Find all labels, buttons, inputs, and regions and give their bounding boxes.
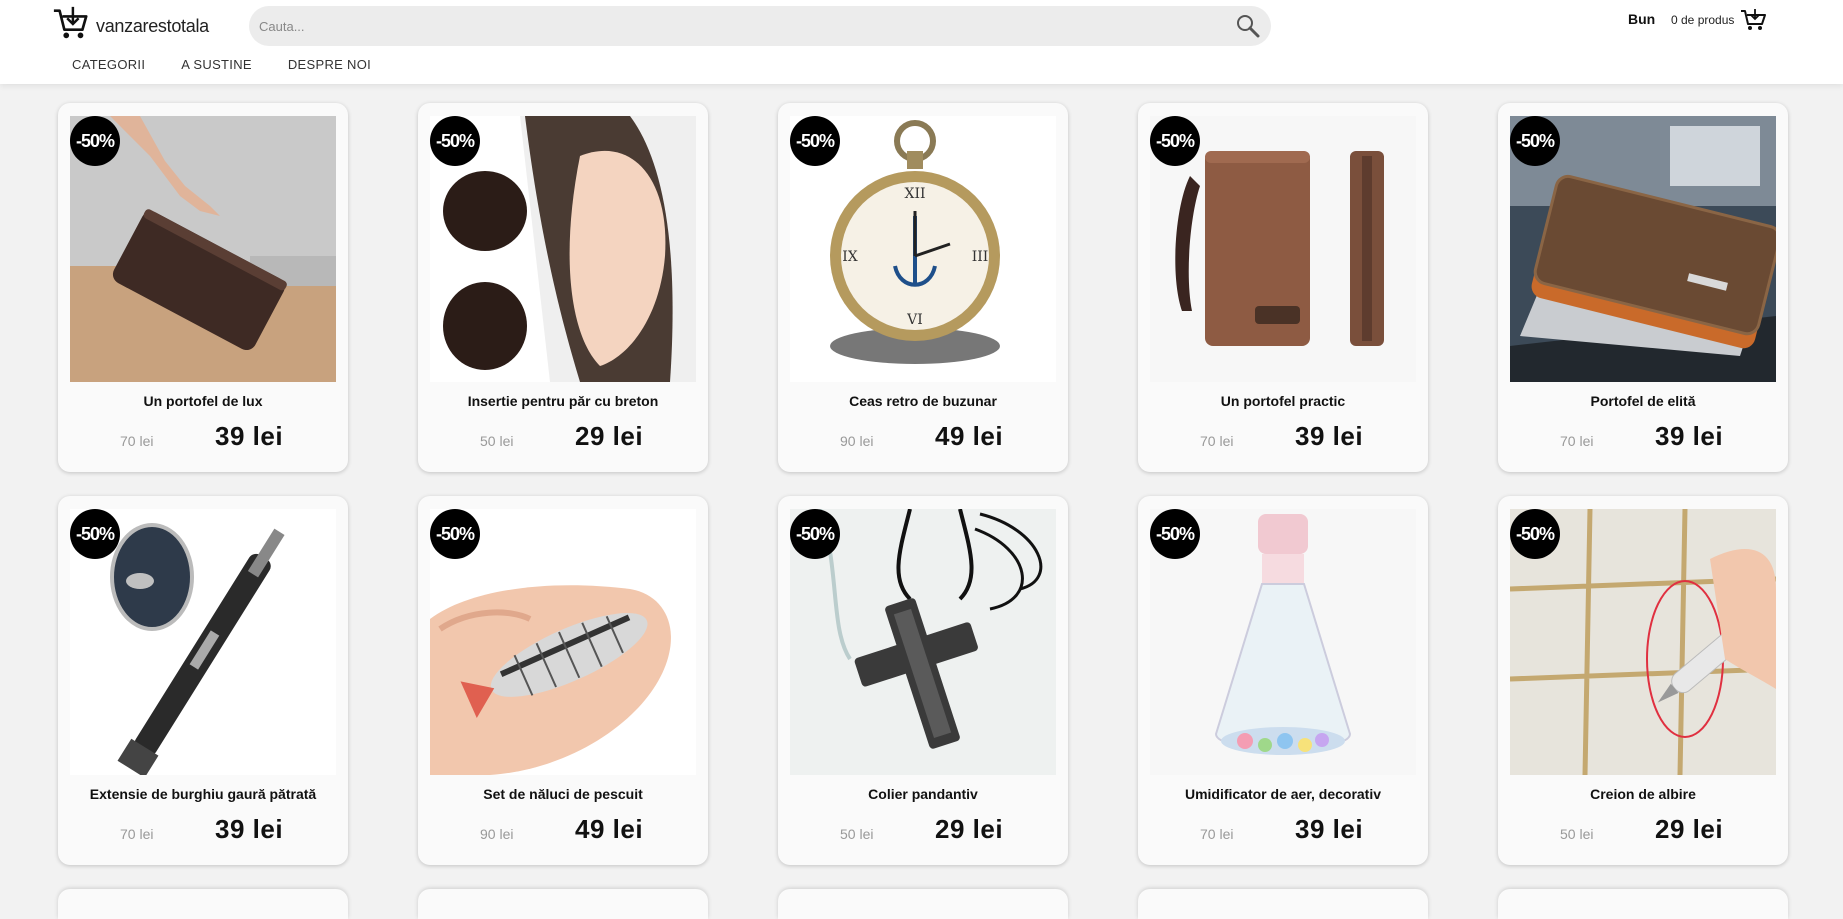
discount-badge: -50% <box>70 116 120 166</box>
price-row: 70 lei 39 lei <box>1498 421 1788 455</box>
new-price: 39 lei <box>215 421 284 451</box>
product-card[interactable]: XII VI IX III -50% Ceas retro de buzunar 9… <box>778 103 1068 472</box>
svg-text:XII: XII <box>904 186 925 202</box>
cart-icon <box>1741 9 1767 30</box>
price-row: 50 lei 29 lei <box>1498 814 1788 848</box>
svg-text:VI: VI <box>906 312 923 328</box>
new-price: 49 lei <box>935 421 1004 451</box>
old-price: 70 lei <box>120 433 154 449</box>
search-bar <box>249 6 1271 46</box>
cart-logo-icon <box>52 5 90 48</box>
product-title[interactable]: Portofel de elită <box>1498 393 1788 409</box>
discount-badge: -50% <box>430 116 480 166</box>
product-title[interactable]: Un portofel practic <box>1138 393 1428 409</box>
new-price: 39 lei <box>215 814 284 844</box>
product-card[interactable]: -50% Set de năluci de pescuit 90 lei 49 … <box>418 496 708 865</box>
price-row: 50 lei 29 lei <box>778 814 1068 848</box>
new-price: 49 lei <box>575 814 644 844</box>
price-row: 70 lei 39 lei <box>1138 421 1428 455</box>
product-card-partial[interactable] <box>1498 889 1788 919</box>
old-price: 70 lei <box>1200 826 1234 842</box>
product-card[interactable]: -50% Insertie pentru păr cu breton 50 le… <box>418 103 708 472</box>
product-title[interactable]: Insertie pentru păr cu breton <box>418 393 708 409</box>
price-row: 90 lei 49 lei <box>418 814 708 848</box>
product-title[interactable]: Colier pandantiv <box>778 786 1068 802</box>
main-nav: CATEGORII A SUSTINE DESPRE NOI <box>60 57 407 72</box>
product-title[interactable]: Extensie de burghiu gaură pătrată <box>58 786 348 802</box>
discount-badge: -50% <box>1510 509 1560 559</box>
site-header: vanzarestotala Bun 0 de produs CATEGORII… <box>0 0 1843 84</box>
new-price: 29 lei <box>1655 814 1724 844</box>
old-price: 50 lei <box>480 433 514 449</box>
old-price: 90 lei <box>840 433 874 449</box>
product-grid-next-row <box>58 889 1790 919</box>
new-price: 39 lei <box>1655 421 1724 451</box>
price-row: 90 lei 49 lei <box>778 421 1068 455</box>
new-price: 29 lei <box>935 814 1004 844</box>
svg-text:III: III <box>972 249 989 265</box>
product-card[interactable]: -50% Portofel de elită 70 lei 39 lei <box>1498 103 1788 472</box>
new-price: 39 lei <box>1295 421 1364 451</box>
product-title[interactable]: Un portofel de lux <box>58 393 348 409</box>
product-card[interactable]: -50% Un portofel practic 70 lei 39 lei <box>1138 103 1428 472</box>
cart-button[interactable]: 0 de produs <box>1671 8 1768 32</box>
old-price: 50 lei <box>1560 826 1594 842</box>
product-title[interactable]: Set de năluci de pescuit <box>418 786 708 802</box>
svg-text:IX: IX <box>842 249 858 265</box>
nav-item-a-sustine[interactable]: A SUSTINE <box>181 57 252 72</box>
old-price: 70 lei <box>1560 433 1594 449</box>
price-row: 70 lei 39 lei <box>58 421 348 455</box>
logo-link[interactable]: vanzarestotala <box>52 6 209 46</box>
cart-count-label: 0 de produs <box>1671 13 1735 27</box>
price-row: 70 lei 39 lei <box>58 814 348 848</box>
price-row: 50 lei 29 lei <box>418 421 708 455</box>
product-title[interactable]: Ceas retro de buzunar <box>778 393 1068 409</box>
search-input[interactable] <box>249 6 1225 46</box>
product-card-partial[interactable] <box>418 889 708 919</box>
product-card[interactable]: -50% Umidificator de aer, decorativ 70 l… <box>1138 496 1428 865</box>
old-price: 50 lei <box>840 826 874 842</box>
price-row: 70 lei 39 lei <box>1138 814 1428 848</box>
old-price: 90 lei <box>480 826 514 842</box>
nav-item-categorii[interactable]: CATEGORII <box>72 57 145 72</box>
discount-badge: -50% <box>1150 509 1200 559</box>
discount-badge: -50% <box>790 116 840 166</box>
product-card-partial[interactable] <box>1138 889 1428 919</box>
search-icon <box>1237 15 1260 38</box>
product-card[interactable]: -50% Creion de albire 50 lei 29 lei <box>1498 496 1788 865</box>
discount-badge: -50% <box>70 509 120 559</box>
old-price: 70 lei <box>1200 433 1234 449</box>
logo-text: vanzarestotala <box>96 15 209 36</box>
product-card[interactable]: -50% Extensie de burghiu gaură pătrată 7… <box>58 496 348 865</box>
product-card[interactable]: -50% Colier pandantiv 50 lei 29 lei <box>778 496 1068 865</box>
new-price: 39 lei <box>1295 814 1364 844</box>
old-price: 70 lei <box>120 826 154 842</box>
product-grid: -50% Un portofel de lux 70 lei 39 lei -5… <box>58 103 1790 865</box>
new-price: 29 lei <box>575 421 644 451</box>
discount-badge: -50% <box>430 509 480 559</box>
discount-badge: -50% <box>1150 116 1200 166</box>
product-card-partial[interactable] <box>778 889 1068 919</box>
product-title[interactable]: Creion de albire <box>1498 786 1788 802</box>
product-card[interactable]: -50% Un portofel de lux 70 lei 39 lei <box>58 103 348 472</box>
discount-badge: -50% <box>790 509 840 559</box>
product-title[interactable]: Umidificator de aer, decorativ <box>1138 786 1428 802</box>
search-button[interactable] <box>1225 6 1271 46</box>
nav-item-despre-noi[interactable]: DESPRE NOI <box>288 57 371 72</box>
account-link[interactable]: Bun <box>1628 11 1655 27</box>
discount-badge: -50% <box>1510 116 1560 166</box>
product-card-partial[interactable] <box>58 889 348 919</box>
